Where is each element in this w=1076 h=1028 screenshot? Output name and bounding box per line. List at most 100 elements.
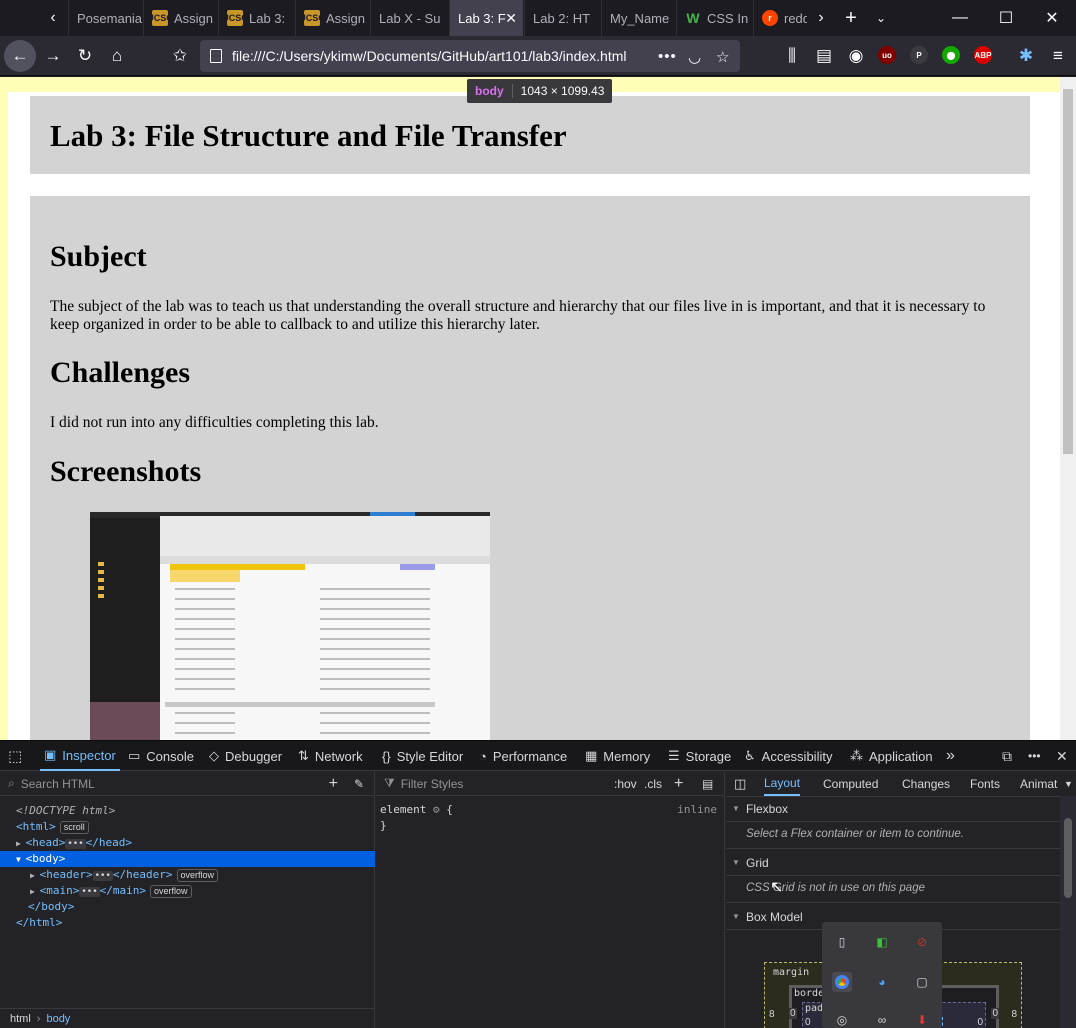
hov-button[interactable]: :hov [614, 777, 637, 791]
tab-layout[interactable]: Layout [764, 772, 801, 796]
body-close-node[interactable]: </body> [0, 899, 375, 915]
more-tools-icon[interactable]: » [946, 741, 955, 771]
print-media-icon[interactable]: ▤ [702, 777, 713, 791]
page-actions-icon[interactable]: ••• [658, 48, 677, 65]
forward-icon[interactable]: → [37, 40, 69, 72]
tab-fonts[interactable]: Fonts [970, 772, 1000, 796]
extensions-icon[interactable]: ✱ [1010, 40, 1042, 72]
close-tab-icon[interactable]: ✕ [505, 10, 517, 27]
layout-scrollbar-thumb[interactable] [1064, 818, 1072, 898]
gear-icon[interactable]: ⚙ [433, 803, 446, 816]
collapsed-ellipsis[interactable]: ••• [92, 871, 113, 881]
overflow-badge[interactable]: overflow [150, 885, 192, 898]
camera-icon[interactable]: ◎ [832, 1010, 852, 1028]
element-rule[interactable]: element ⚙ { inline [376, 802, 721, 818]
tab-style-editor[interactable]: {} Style Editor [382, 741, 463, 771]
tab-css[interactable]: W CSS In [676, 0, 752, 36]
pinterest-icon[interactable]: P [910, 46, 928, 64]
tab-lab3-ucsc[interactable]: UCSC Lab 3: [218, 0, 294, 36]
dock-icon[interactable]: ⧉ [1002, 741, 1012, 771]
tab-assign-1[interactable]: UCSC Assign [143, 0, 217, 36]
tab-storage[interactable]: ☰ Storage [668, 741, 731, 771]
head-node[interactable]: ▶ <head> ••• </head> [0, 835, 375, 851]
tab-lab-x[interactable]: Lab X - Su [370, 0, 448, 36]
chevron-down-icon[interactable]: ▼ [1064, 772, 1073, 796]
overflow-badge[interactable]: overflow [176, 869, 219, 882]
add-node-icon[interactable]: + [329, 775, 338, 793]
search-html-input[interactable]: Search HTML [21, 777, 95, 791]
html-node[interactable]: <html> scroll [0, 819, 375, 835]
collapsed-ellipsis[interactable]: ••• [79, 887, 100, 897]
close-devtools-icon[interactable]: ✕ [1056, 741, 1068, 771]
border-right-value[interactable]: 0 [991, 1008, 999, 1019]
ublock-icon[interactable]: uo [878, 46, 896, 64]
scroll-badge[interactable]: scroll [59, 821, 89, 834]
rule-origin[interactable]: inline [677, 802, 717, 818]
green-extension-icon[interactable]: ⬤ [942, 46, 960, 64]
nvidia-icon[interactable]: ◧ [872, 932, 892, 952]
tab-application[interactable]: ⁂ Application [850, 741, 933, 771]
new-tab-icon[interactable]: + [836, 0, 866, 36]
add-rule-icon[interactable]: + [674, 775, 683, 793]
collapse-icon[interactable]: ▼ [16, 855, 26, 864]
padding-right-value[interactable]: 0 [977, 1017, 983, 1028]
bookmark-star-icon[interactable]: ✩ [164, 40, 196, 72]
html-close-node[interactable]: </html> [0, 915, 375, 931]
tab-lab2[interactable]: Lab 2: HT [524, 0, 600, 36]
breadcrumb-html[interactable]: html [10, 1013, 31, 1025]
expand-icon[interactable]: ▶ [30, 871, 40, 880]
close-window-icon[interactable]: ✕ [1038, 0, 1066, 36]
tab-changes[interactable]: Changes [902, 772, 950, 796]
home-icon[interactable]: ⌂ [101, 40, 133, 72]
scroll-tabs-left-icon[interactable]: ‹ [38, 0, 68, 36]
usb-icon[interactable]: ▯ [832, 932, 852, 952]
padding-left-value[interactable]: 0 [805, 1017, 811, 1028]
flexbox-section-header[interactable]: ▼ Flexbox [726, 796, 1060, 822]
tab-console[interactable]: ▭ Console [128, 741, 194, 771]
collapsed-ellipsis[interactable]: ••• [65, 839, 86, 849]
scrollbar-thumb[interactable] [1063, 89, 1073, 454]
eyedropper-icon[interactable]: ✎ [354, 777, 364, 791]
link-icon[interactable]: ∞ [872, 1010, 892, 1028]
expand-icon[interactable]: ▶ [16, 839, 26, 848]
url-bar[interactable]: file:///C:/Users/ykimw/Documents/GitHub/… [200, 40, 740, 72]
header-node[interactable]: ▶ <header> ••• </header> overflow [0, 867, 375, 883]
maximize-icon[interactable]: ☐ [992, 0, 1020, 36]
filter-styles-input[interactable]: Filter Styles [401, 777, 464, 791]
scroll-tabs-right-icon[interactable]: › [806, 0, 836, 36]
tab-network[interactable]: ⇅ Network [298, 741, 363, 771]
pocket-icon[interactable]: ◡ [688, 48, 701, 66]
body-node[interactable]: ▼ <body> [0, 851, 375, 867]
url-text[interactable]: file:///C:/Users/ykimw/Documents/GitHub/… [232, 48, 626, 64]
breadcrumb-body[interactable]: body [46, 1013, 70, 1025]
tab-accessibility[interactable]: ♿ Accessibility [744, 741, 832, 771]
reload-icon[interactable]: ↻ [69, 40, 101, 72]
paperclip-icon[interactable]: ⊘ [912, 932, 932, 952]
minimize-icon[interactable]: — [946, 0, 974, 36]
grid-section-header[interactable]: ▼ Grid [726, 850, 1060, 876]
download-icon[interactable]: ⬇ [912, 1010, 932, 1028]
window-icon[interactable]: ▢ [912, 972, 932, 992]
layout-toggle-icon[interactable]: ◫ [734, 772, 746, 796]
list-tabs-icon[interactable]: ⌄ [866, 0, 896, 36]
tab-my-name[interactable]: My_Name [601, 0, 675, 36]
tab-inspector[interactable]: ▣ Inspector [40, 741, 120, 771]
tab-debugger[interactable]: ◇ Debugger [209, 741, 282, 771]
tab-computed[interactable]: Computed [823, 772, 878, 796]
menu-icon[interactable]: ≡ [1042, 40, 1074, 72]
tab-animations[interactable]: Animat [1020, 772, 1057, 796]
border-left-value[interactable]: 0 [789, 1008, 797, 1019]
margin-right-value[interactable]: 8 [1011, 1009, 1017, 1020]
margin-left-value[interactable]: 8 [769, 1009, 775, 1020]
tab-reddit[interactable]: rredd [753, 0, 807, 36]
devtools-menu-icon[interactable]: ••• [1028, 741, 1041, 771]
globe-icon[interactable]: ◕ [872, 972, 892, 992]
tab-memory[interactable]: ▦ Memory [585, 741, 650, 771]
tab-lab3-active[interactable]: Lab 3: F ✕ [449, 0, 523, 36]
layout-scrollbar[interactable] [1060, 796, 1076, 1028]
tab-performance[interactable]: ◔ Performance [479, 741, 567, 771]
main-node[interactable]: ▶ <main> ••• </main> overflow [0, 883, 375, 899]
account-icon[interactable]: ◉ [840, 40, 872, 72]
tab-assign-2[interactable]: UCSC Assign [295, 0, 369, 36]
element-picker-icon[interactable]: ⬚ [8, 741, 22, 771]
